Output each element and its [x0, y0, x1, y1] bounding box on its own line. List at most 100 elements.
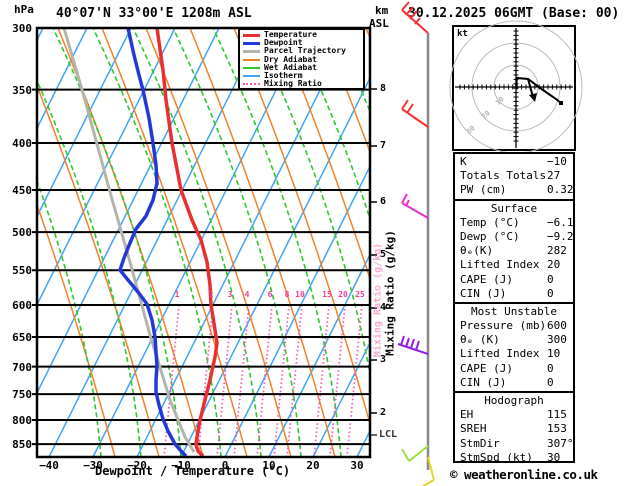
- wind-barb-shaft: [401, 108, 429, 128]
- dry-adiabat-line: [586, 28, 629, 457]
- wind-barb: [422, 456, 435, 486]
- mixing-ratio-tick-label: 3: [227, 290, 233, 299]
- panel-row-label: Pressure (mb): [460, 319, 547, 333]
- panel-row-label: CAPE (J): [460, 272, 513, 286]
- panel-row: θₑ (K) 300: [455, 333, 573, 347]
- legend-item: Mixing Ratio: [243, 80, 363, 88]
- panel-row-label: Lifted Index: [460, 258, 540, 272]
- km-tick-label: 3: [380, 354, 387, 365]
- temp-tick-label: 30: [350, 459, 364, 472]
- panel-row-value: 282: [547, 244, 567, 258]
- wind-barb: [401, 445, 429, 462]
- mixing-ratio-tick-label: 25: [355, 290, 365, 299]
- legend-swatch-dewpoint: [243, 41, 260, 45]
- panel-row: θₑ(K) 282: [455, 244, 573, 258]
- panel-row-label: Dewp (°C): [460, 229, 520, 243]
- wind-barb: [401, 1, 429, 34]
- panel-row: PW (cm) 0.32: [455, 183, 574, 197]
- hodograph-trace-end: [559, 101, 563, 105]
- panel-row: Temp (°C) −6.1: [455, 215, 574, 230]
- panel-row-value: 0.32: [547, 183, 574, 197]
- wind-barb: [401, 193, 429, 219]
- indices-panel: K −10 Totals Totals 27 PW (cm) 0.32 Surface Tem…: [453, 152, 575, 466]
- km-tick-label: 8: [380, 83, 387, 94]
- panel-row: Totals Totals 27: [455, 169, 573, 183]
- panel-row-label: PW (cm): [460, 183, 507, 197]
- panel-row-value: 30: [547, 450, 561, 464]
- pressure-tick-label: 700: [12, 361, 32, 374]
- panel-row-label: EH: [460, 408, 474, 422]
- panel-section-title: Most Unstable: [470, 304, 558, 318]
- pressure-tick-label: 750: [12, 388, 32, 401]
- panel-row-value: 300: [547, 333, 567, 347]
- panel-row: Lifted Index 10: [455, 347, 573, 361]
- mixing-ratio-tick-label: 2: [208, 290, 214, 299]
- panel-section: Most Unstable Pressure (mb) 600 θₑ (K) 300 Li…: [455, 301, 573, 391]
- chart-legend: Temperature Dewpoint Parcel Trajectory Dry …: [238, 28, 365, 90]
- pressure-tick-label: 800: [12, 414, 32, 427]
- panel-row-label: K: [460, 155, 467, 168]
- wind-barb-shaft: [408, 445, 429, 462]
- wind-barb-feather: [401, 99, 409, 110]
- mixing-ratio-line: [329, 304, 346, 457]
- panel-row-value: 0: [547, 272, 554, 286]
- panel-row: K −10: [455, 155, 573, 169]
- pressure-tick-label: 300: [12, 22, 32, 35]
- legend-swatch-dry-adiabat: [243, 58, 260, 61]
- panel-row-label: Lifted Index: [460, 347, 540, 361]
- credit-watermark: © weatheronline.co.uk: [450, 467, 598, 482]
- panel-row: EH 115: [455, 408, 573, 422]
- panel-row-label: Temp (°C): [460, 215, 520, 229]
- panel-row-label: StmDir: [460, 436, 500, 450]
- panel-row-value: 20: [547, 258, 561, 272]
- wind-barb-feather: [405, 337, 410, 348]
- wind-barb-feather: [405, 199, 410, 207]
- legend-item: Wet Adiabat: [243, 63, 363, 72]
- panel-row-label: StmSpd (kt): [460, 450, 533, 464]
- hodograph-unit-label: kt: [457, 29, 468, 39]
- panel-row: Pressure (mb) 600: [455, 319, 573, 333]
- mixing-ratio-tick-label: 20: [338, 290, 348, 299]
- mixing-ratio-line: [313, 304, 330, 457]
- wind-barb-feather: [405, 6, 414, 16]
- pressure-tick-label: 350: [12, 84, 32, 97]
- panel-row: SREH 153: [455, 422, 573, 436]
- panel-row: Lifted Index 20: [455, 258, 573, 272]
- wind-barb-shaft: [397, 343, 429, 355]
- wind-barb-feather: [400, 335, 405, 346]
- wet-adiabat-line: [292, 28, 370, 222]
- km-tick-label: 7: [380, 140, 387, 151]
- legend-swatch-isotherm: [243, 75, 260, 78]
- pressure-tick-label: 850: [12, 438, 32, 451]
- km-tick-label: 5: [380, 249, 387, 260]
- wet-adiabat-line: [332, 28, 370, 114]
- dewpoint-trace: [118, 28, 188, 457]
- panel-section-title: Hodograph: [484, 394, 544, 407]
- panel-row-value: 153: [547, 422, 567, 436]
- panel-row-label: θₑ(K): [460, 244, 494, 258]
- km-tick-label: 6: [380, 196, 387, 207]
- panel-section: Hodograph EH 115 SREH 153 StmDir 307° StmSpd (k…: [455, 391, 574, 466]
- wind-barb-feather: [410, 338, 415, 349]
- lcl-label: LCL: [379, 429, 398, 440]
- km-tick-label: 2: [380, 407, 387, 418]
- wind-barb-feather: [401, 448, 410, 462]
- dry-adiabat-line: [277, 28, 370, 282]
- panel-row-value: 115: [547, 408, 567, 422]
- legend-swatch-mixing-ratio: [243, 83, 260, 86]
- panel-row-value: 0: [547, 361, 554, 375]
- panel-row: StmSpd (kt) 30: [455, 451, 573, 465]
- temp-tick-label: 10: [262, 459, 276, 472]
- panel-section: K −10 Totals Totals 27 PW (cm) 0.32: [455, 154, 574, 199]
- panel-row: CAPE (J) 0: [455, 273, 573, 287]
- panel-row: CIN (J) 0: [455, 287, 573, 301]
- temp-tick-label: −20: [127, 459, 147, 472]
- panel-row-value: 27: [547, 169, 561, 183]
- mixing-ratio-tick-label: 10: [295, 290, 305, 299]
- legend-swatch-wet-adiabat: [243, 66, 260, 69]
- panel-row-label: CIN (J): [460, 286, 507, 300]
- wind-barb-feather: [401, 193, 408, 204]
- panel-row-value: 307°: [547, 436, 574, 450]
- wind-barb-feather: [422, 479, 435, 486]
- wind-barb-feather: [406, 103, 414, 114]
